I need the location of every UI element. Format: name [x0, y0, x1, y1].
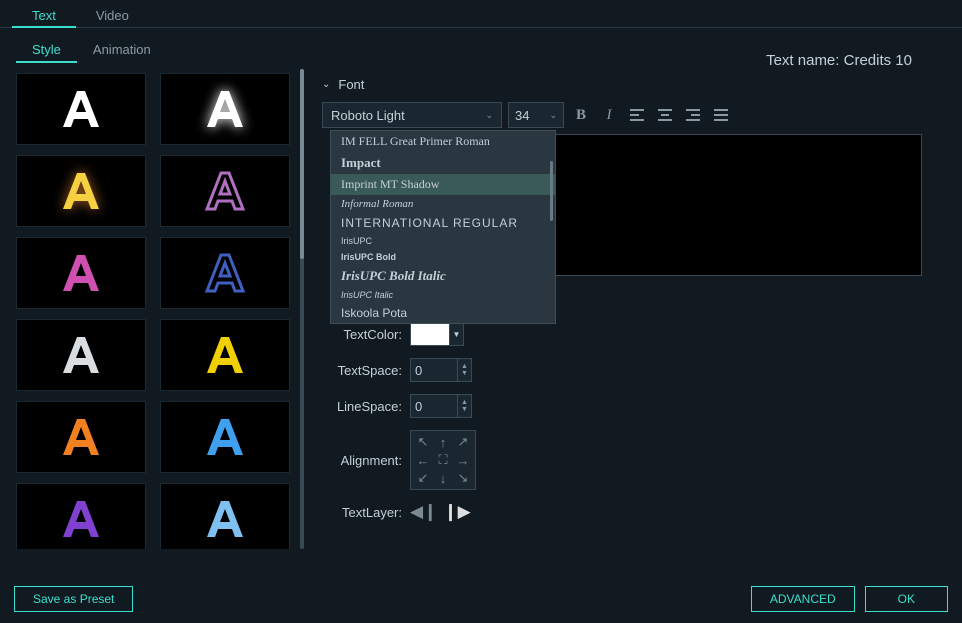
style-tile-1[interactable] [160, 73, 290, 145]
subtab-style[interactable]: Style [16, 38, 77, 63]
font-option[interactable]: IrisUPC [331, 233, 555, 249]
text-name-display: Text name: Credits 10 [766, 52, 912, 69]
font-option[interactable]: IrisUPC Bold Italic [331, 265, 555, 287]
align-bottom[interactable]: ↓ [433, 469, 453, 487]
linespace-label: LineSpace: [322, 399, 402, 414]
styles-panel [10, 69, 300, 549]
style-tile-3[interactable] [160, 155, 290, 227]
font-option[interactable]: IM FELL Great Primer Roman [331, 131, 555, 152]
style-tile-4[interactable] [16, 237, 146, 309]
font-collapse-icon[interactable]: ⌄ [322, 79, 330, 90]
textlayer-label: TextLayer: [322, 505, 402, 520]
style-tile-6[interactable] [16, 319, 146, 391]
linespace-spinner[interactable]: ▲▼ [458, 394, 472, 418]
textspace-spinner[interactable]: ▲▼ [458, 358, 472, 382]
textspace-label: TextSpace: [322, 363, 402, 378]
align-right[interactable]: → [453, 451, 473, 469]
align-left-button[interactable] [626, 104, 648, 126]
alignment-grid: ↖ ↑ ↗ ← ⛶ → ↙ ↓ ↘ [410, 430, 476, 490]
style-tile-2[interactable] [16, 155, 146, 227]
style-tile-10[interactable] [16, 483, 146, 549]
top-tabs: Text Video [0, 0, 962, 28]
style-tile-11[interactable] [160, 483, 290, 549]
font-family-value: Roboto Light [331, 108, 405, 123]
font-family-select[interactable]: Roboto Light ⌄ [322, 102, 502, 128]
font-option[interactable]: Imprint MT Shadow [331, 174, 555, 195]
tab-video[interactable]: Video [76, 4, 149, 27]
italic-button[interactable]: I [598, 104, 620, 126]
font-size-value: 34 [515, 108, 529, 123]
dropdown-scrollbar[interactable] [550, 161, 553, 221]
font-option[interactable]: Impact [331, 152, 555, 174]
font-dropdown: IM FELL Great Primer RomanImpactImprint … [330, 130, 556, 324]
text-preview-area[interactable] [552, 134, 922, 276]
layer-prev-button[interactable]: ◀❙ [410, 502, 437, 522]
font-option[interactable]: Iskoola Pota [331, 303, 555, 323]
font-option[interactable]: INTERNATIONAL REGULAR [331, 213, 555, 233]
font-section-label: Font [338, 77, 364, 92]
bold-button[interactable]: B [570, 104, 592, 126]
font-size-select[interactable]: 34 ⌄ [508, 102, 564, 128]
ok-button[interactable]: OK [865, 586, 948, 612]
subtab-animation[interactable]: Animation [77, 38, 167, 63]
align-center-button[interactable] [654, 104, 676, 126]
chevron-down-icon: ⌄ [549, 110, 557, 121]
align-justify-button[interactable] [710, 104, 732, 126]
textcolor-label: TextColor: [322, 327, 402, 342]
save-preset-button[interactable]: Save as Preset [14, 586, 133, 612]
advanced-button[interactable]: ADVANCED [751, 586, 855, 612]
font-option[interactable]: IrisUPC Italic [331, 287, 555, 303]
textcolor-dropdown[interactable]: ▼ [450, 322, 464, 346]
align-bottom-left[interactable]: ↙ [413, 469, 433, 487]
text-name-value: Credits 10 [844, 52, 912, 69]
font-option[interactable]: IrisUPC Bold [331, 249, 555, 265]
text-name-label: Text name: [766, 52, 839, 69]
layer-next-button[interactable]: ❙▶ [443, 502, 470, 522]
chevron-down-icon: ⌄ [485, 110, 493, 121]
align-bottom-right[interactable]: ↘ [453, 469, 473, 487]
align-right-button[interactable] [682, 104, 704, 126]
textspace-input[interactable]: 0 [410, 358, 458, 382]
style-tile-0[interactable] [16, 73, 146, 145]
tab-text[interactable]: Text [12, 4, 76, 27]
font-option[interactable]: Informal Roman [331, 195, 555, 213]
alignment-label: Alignment: [322, 453, 402, 468]
style-tile-8[interactable] [16, 401, 146, 473]
textcolor-swatch[interactable] [410, 322, 450, 346]
style-tile-7[interactable] [160, 319, 290, 391]
align-top[interactable]: ↑ [433, 433, 453, 451]
style-tile-9[interactable] [160, 401, 290, 473]
style-tile-5[interactable] [160, 237, 290, 309]
align-top-right[interactable]: ↗ [453, 433, 473, 451]
align-left[interactable]: ← [413, 451, 433, 469]
linespace-input[interactable]: 0 [410, 394, 458, 418]
align-center[interactable]: ⛶ [433, 451, 453, 469]
align-top-left[interactable]: ↖ [413, 433, 433, 451]
